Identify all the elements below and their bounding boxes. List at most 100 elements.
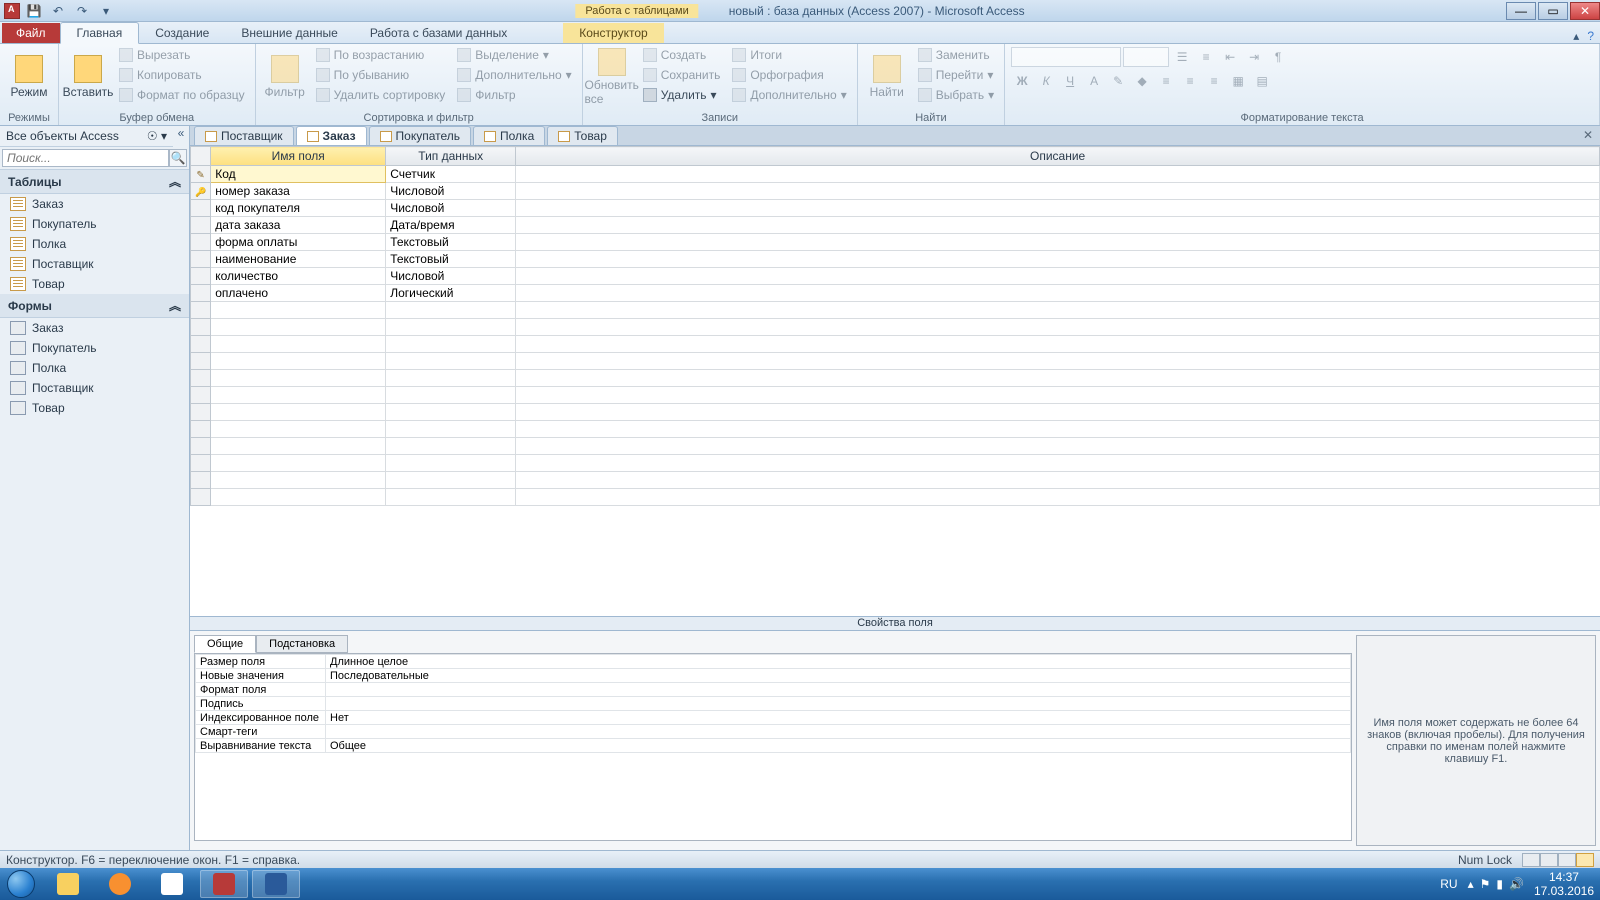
row-selector[interactable]: [191, 268, 211, 285]
advanced-filter-button[interactable]: Дополнительно ▾: [453, 66, 575, 84]
field-name-cell[interactable]: дата заказа: [211, 217, 386, 234]
object-tab[interactable]: Поставщик: [194, 126, 294, 145]
object-tab[interactable]: Товар: [547, 126, 618, 145]
field-row[interactable]: код покупателяЧисловой: [191, 200, 1600, 217]
nav-group-header[interactable]: Таблицы︽: [0, 170, 189, 194]
start-button[interactable]: [0, 868, 42, 900]
tab-design[interactable]: Конструктор: [563, 23, 663, 43]
toggle-filter-button[interactable]: Фильтр: [453, 86, 575, 104]
filter-button[interactable]: Фильтр: [262, 46, 308, 108]
field-name-cell[interactable]: код покупателя: [211, 200, 386, 217]
field-row-blank[interactable]: [191, 319, 1600, 336]
field-desc-cell[interactable]: [516, 268, 1600, 285]
row-selector[interactable]: [191, 166, 211, 183]
minimize-button[interactable]: —: [1506, 2, 1536, 20]
field-desc-cell[interactable]: [516, 166, 1600, 183]
field-type-cell[interactable]: Числовой: [386, 183, 516, 200]
maximize-button[interactable]: ▭: [1538, 2, 1568, 20]
field-type-cell[interactable]: Числовой: [386, 268, 516, 285]
selection-button[interactable]: Выделение ▾: [453, 46, 575, 64]
field-row[interactable]: форма оплатыТекстовый: [191, 234, 1600, 251]
field-name-cell[interactable]: наименование: [211, 251, 386, 268]
prop-tab-lookup[interactable]: Подстановка: [256, 635, 348, 653]
object-tab[interactable]: Покупатель: [369, 126, 471, 145]
row-selector[interactable]: [191, 285, 211, 302]
text-dir-icon[interactable]: ¶: [1267, 46, 1289, 68]
property-row[interactable]: Смарт-теги: [196, 725, 1351, 739]
object-tab[interactable]: Полка: [473, 126, 545, 145]
save-icon[interactable]: 💾: [24, 2, 44, 20]
input-lang[interactable]: RU: [1440, 877, 1457, 891]
field-row-blank[interactable]: [191, 472, 1600, 489]
align-left-icon[interactable]: ≡: [1155, 70, 1177, 92]
field-row[interactable]: номер заказаЧисловой: [191, 183, 1600, 200]
field-row[interactable]: дата заказаДата/время: [191, 217, 1600, 234]
nav-item[interactable]: Покупатель: [0, 338, 189, 358]
field-row[interactable]: наименованиеТекстовый: [191, 251, 1600, 268]
font-size-combo[interactable]: [1123, 47, 1169, 67]
field-desc-cell[interactable]: [516, 234, 1600, 251]
row-selector[interactable]: [191, 234, 211, 251]
more-records-button[interactable]: Дополнительно ▾: [728, 86, 850, 104]
field-row-blank[interactable]: [191, 438, 1600, 455]
nav-header[interactable]: Все объекты Access☉ ▾: [0, 126, 173, 147]
nav-collapse-button[interactable]: «: [173, 126, 189, 147]
field-row[interactable]: оплаченоЛогический: [191, 285, 1600, 302]
field-desc-cell[interactable]: [516, 183, 1600, 200]
new-record-button[interactable]: Создать: [639, 46, 725, 64]
search-input[interactable]: [2, 149, 169, 167]
field-row[interactable]: КодСчетчик: [191, 166, 1600, 183]
datasheet-view-icon[interactable]: [1522, 853, 1540, 867]
italic-icon[interactable]: К: [1035, 70, 1057, 92]
copy-button[interactable]: Копировать: [115, 66, 249, 84]
design-grid[interactable]: Имя поляТип данныхОписаниеКодСчетчикноме…: [190, 146, 1600, 616]
field-row[interactable]: количествоЧисловой: [191, 268, 1600, 285]
taskbar-access[interactable]: [200, 870, 248, 898]
field-type-cell[interactable]: Числовой: [386, 200, 516, 217]
field-row-blank[interactable]: [191, 455, 1600, 472]
field-row-blank[interactable]: [191, 353, 1600, 370]
select-button[interactable]: Выбрать ▾: [914, 86, 998, 104]
property-row[interactable]: Индексированное полеНет: [196, 711, 1351, 725]
taskbar-media[interactable]: [96, 870, 144, 898]
refresh-button[interactable]: Обновить все: [589, 46, 635, 108]
close-button[interactable]: ✕: [1570, 2, 1600, 20]
field-row-blank[interactable]: [191, 302, 1600, 319]
row-selector[interactable]: [191, 183, 211, 200]
tab-create[interactable]: Создание: [139, 23, 225, 43]
field-type-cell[interactable]: Логический: [386, 285, 516, 302]
nav-item[interactable]: Товар: [0, 398, 189, 418]
row-selector[interactable]: [191, 251, 211, 268]
find-button[interactable]: Найти: [864, 46, 910, 108]
nav-item[interactable]: Полка: [0, 234, 189, 254]
tab-external[interactable]: Внешние данные: [225, 23, 354, 43]
field-type-cell[interactable]: Счетчик: [386, 166, 516, 183]
undo-icon[interactable]: ↶: [48, 2, 68, 20]
row-selector[interactable]: [191, 200, 211, 217]
help-icon[interactable]: ?: [1587, 29, 1594, 43]
nav-item[interactable]: Товар: [0, 274, 189, 294]
clock[interactable]: 14:3717.03.2016: [1534, 870, 1594, 899]
field-desc-cell[interactable]: [516, 217, 1600, 234]
field-name-cell[interactable]: оплачено: [211, 285, 386, 302]
tray-arrow-icon[interactable]: ▴: [1468, 877, 1474, 891]
nav-item[interactable]: Заказ: [0, 194, 189, 214]
nav-item[interactable]: Поставщик: [0, 378, 189, 398]
goto-button[interactable]: Перейти ▾: [914, 66, 998, 84]
property-row[interactable]: Подпись: [196, 697, 1351, 711]
taskbar-word[interactable]: [252, 870, 300, 898]
file-tab[interactable]: Файл: [2, 23, 60, 43]
clear-sort-button[interactable]: Удалить сортировку: [312, 86, 450, 104]
field-type-cell[interactable]: Дата/время: [386, 217, 516, 234]
delete-record-button[interactable]: Удалить ▾: [639, 86, 725, 104]
highlight-icon[interactable]: ✎: [1107, 70, 1129, 92]
close-tab-button[interactable]: ✕: [1580, 128, 1596, 142]
field-name-cell[interactable]: количество: [211, 268, 386, 285]
nav-item[interactable]: Покупатель: [0, 214, 189, 234]
design-view-icon[interactable]: [1576, 853, 1594, 867]
search-icon[interactable]: 🔍: [169, 149, 187, 167]
app-icon[interactable]: [4, 3, 20, 19]
field-type-cell[interactable]: Текстовый: [386, 251, 516, 268]
field-row-blank[interactable]: [191, 387, 1600, 404]
field-desc-cell[interactable]: [516, 251, 1600, 268]
